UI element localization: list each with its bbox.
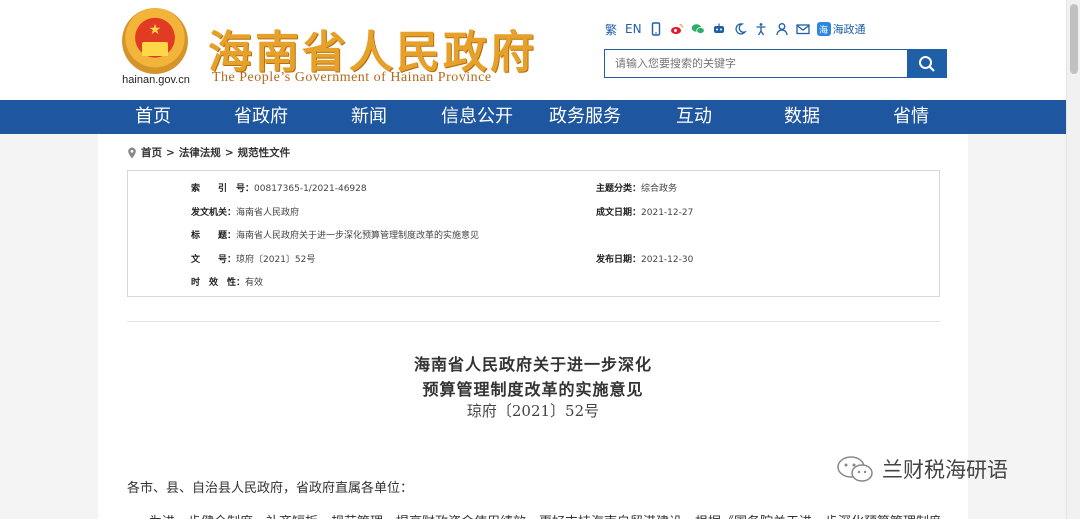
nav-item-home[interactable]: 首页: [108, 100, 198, 134]
english-link[interactable]: EN: [625, 21, 642, 37]
nav-item-data[interactable]: 数据: [757, 100, 847, 134]
watermark-text: 兰财税海研语: [882, 458, 1008, 482]
document-title-line-2: 预算管理制度改革的实施意见: [422, 380, 644, 399]
national-emblem-logo[interactable]: ★: [122, 8, 188, 74]
header-toolbar: 繁 EN 海 海政通: [604, 20, 866, 38]
meta-category-key: 主题分类：: [596, 184, 642, 194]
breadcrumb-separator: >: [166, 146, 175, 159]
hzt-app-icon: 海: [816, 22, 831, 36]
traditional-chinese-link[interactable]: 繁: [604, 21, 618, 37]
search-button[interactable]: [907, 50, 946, 77]
search-input[interactable]: [605, 50, 907, 77]
main-nav: 首页 省政府 新闻 信息公开 政务服务 互动 数据 省情: [0, 100, 1080, 134]
breadcrumb: 首页 > 法律法规 > 规范性文件: [127, 145, 290, 160]
emblem-stars-icon: ★: [148, 22, 162, 38]
mail-icon[interactable]: [795, 21, 810, 37]
meta-title-key: 标 题：: [191, 231, 237, 241]
meta-validity: 时 效 性：有效: [191, 275, 263, 288]
vertical-scrollbar[interactable]: [1066, 0, 1080, 519]
meta-written-date-key: 成文日期：: [596, 208, 642, 218]
nav-item-news[interactable]: 新闻: [324, 100, 414, 134]
wechat-watermark: 兰财税海研语: [836, 454, 1008, 484]
meta-written-date-value: 2021-12-27: [641, 208, 694, 218]
breadcrumb-home[interactable]: 首页: [141, 145, 162, 160]
user-icon[interactable]: [775, 21, 789, 37]
document-salutation: 各市、县、自治县人民政府，省政府直属各单位：: [127, 481, 414, 496]
meta-title: 标 题：海南省人民政府关于进一步深化预算管理制度改革的实施意见: [191, 228, 479, 241]
nav-item-services[interactable]: 政务服务: [540, 100, 630, 134]
meta-doc-number-value: 琼府〔2021〕52号: [236, 255, 316, 265]
hzt-app-link[interactable]: 海 海政通: [816, 21, 866, 37]
mobile-icon[interactable]: [649, 21, 663, 37]
meta-written-date: 成文日期：2021-12-27: [596, 205, 693, 218]
meta-issuer-value: 海南省人民政府: [236, 208, 300, 218]
night-mode-icon[interactable]: [733, 21, 747, 37]
document-body-first-line: 为进一步健全制度、补齐短板、规范管理、提高财政资金使用绩效，更好支持海南自贸港建…: [127, 511, 940, 519]
location-pin-icon: [128, 147, 136, 158]
meta-validity-value: 有效: [245, 278, 264, 288]
search-icon: [918, 55, 935, 72]
meta-doc-number: 文 号：琼府〔2021〕52号: [191, 252, 315, 265]
site-url: hainan.gov.cn: [122, 74, 190, 86]
meta-category-value: 综合政务: [641, 184, 678, 194]
meta-category: 主题分类：综合政务: [596, 181, 677, 194]
wechat-watermark-icon: [837, 456, 873, 482]
meta-issuer: 发文机关：海南省人民政府: [191, 205, 299, 218]
breadcrumb-separator: >: [224, 146, 234, 159]
meta-index: 索 引 号：00817365-1/2021-46928: [191, 181, 367, 194]
meta-issuer-key: 发文机关：: [191, 208, 237, 218]
nav-item-interaction[interactable]: 互动: [649, 100, 739, 134]
emblem-gate-icon: [142, 42, 168, 56]
document-body-text: 为进一步健全制度、补齐短板、规范管理、提高财政资金使用绩效，更好支持海南自贸港建…: [149, 511, 940, 519]
document-meta-table: 索 引 号：00817365-1/2021-46928 主题分类：综合政务 发文…: [127, 170, 940, 297]
site-search: [604, 49, 947, 78]
meta-title-value: 海南省人民政府关于进一步深化预算管理制度改革的实施意见: [236, 231, 480, 241]
breadcrumb-normative-docs[interactable]: 规范性文件: [238, 145, 291, 160]
meta-publish-date-value: 2021-12-30: [641, 255, 694, 265]
page-margin-left: [0, 134, 98, 519]
robot-icon[interactable]: [712, 21, 726, 37]
hzt-app-label: 海政通: [832, 23, 866, 36]
weibo-icon[interactable]: [670, 21, 684, 37]
meta-publish-date: 发布日期：2021-12-30: [596, 252, 693, 265]
document-title-line-1: 海南省人民政府关于进一步深化: [413, 355, 652, 374]
meta-index-key: 索 引 号：: [191, 184, 255, 194]
site-header: ★ hainan.gov.cn 海南省人民政府 The People’s Gov…: [0, 0, 1080, 100]
nav-item-disclosure[interactable]: 信息公开: [432, 100, 522, 134]
content-divider: [127, 321, 940, 322]
wechat-icon[interactable]: [691, 21, 705, 37]
nav-item-province-info[interactable]: 省情: [866, 100, 956, 134]
site-subtitle: The People’s Government of Hainan Provin…: [212, 70, 492, 85]
scrollbar-thumb[interactable]: [1070, 4, 1078, 74]
accessibility-icon[interactable]: [754, 21, 768, 37]
nav-item-government[interactable]: 省政府: [216, 100, 306, 134]
breadcrumb-laws[interactable]: 法律法规: [179, 145, 221, 160]
meta-doc-number-key: 文 号：: [191, 255, 237, 265]
meta-index-value: 00817365-1/2021-46928: [254, 184, 367, 194]
meta-validity-key: 时 效 性：: [191, 278, 246, 288]
meta-publish-date-key: 发布日期：: [596, 255, 642, 265]
document-number: 琼府〔2021〕52号: [466, 402, 600, 420]
